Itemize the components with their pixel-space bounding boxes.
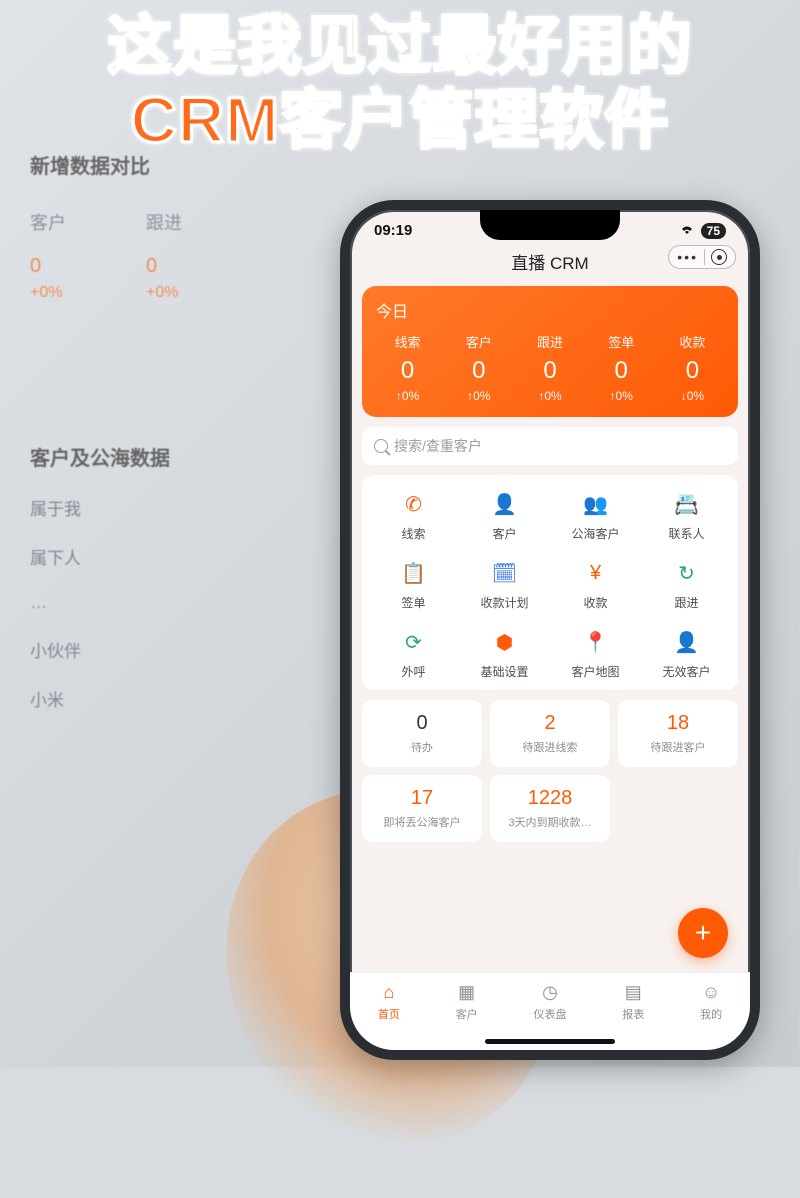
grid-payment-plan[interactable]: 🗓收款计划 xyxy=(459,558,550,611)
grid-invalid[interactable]: 👤无效客户 xyxy=(641,627,732,680)
stat-tile[interactable]: 2待跟进线索 xyxy=(490,700,610,767)
grid-map-icon: 📍 xyxy=(581,627,611,657)
grid-followup[interactable]: ↻跟进 xyxy=(641,558,732,611)
stat-tile[interactable]: 17即将丢公海客户 xyxy=(362,775,482,842)
grid-leads-icon: ✆ xyxy=(399,489,429,519)
tab-home-icon: ⌂ xyxy=(378,981,400,1003)
search-placeholder: 搜索/查重客户 xyxy=(394,436,482,456)
tab-customers[interactable]: ▦客户 xyxy=(456,981,478,1022)
dashboard-col-跟进[interactable]: 跟进0↑0% xyxy=(514,332,585,403)
dashboard-col-客户[interactable]: 客户0↑0% xyxy=(443,332,514,403)
more-icon[interactable]: ••• xyxy=(677,249,705,265)
dashboard-title: 今日 xyxy=(372,298,728,322)
miniprogram-controls[interactable]: ••• xyxy=(668,245,736,269)
grid-contacts[interactable]: 📇联系人 xyxy=(641,489,732,542)
phone-notch xyxy=(480,210,620,240)
app-title: 直播 CRM xyxy=(511,249,588,274)
dashboard-col-收款[interactable]: 收款0↓0% xyxy=(657,332,728,403)
close-miniprogram-icon[interactable] xyxy=(711,249,727,265)
grid-outbound[interactable]: ⟳外呼 xyxy=(368,627,459,680)
stat-tile[interactable]: 12283天内到期收款… xyxy=(490,775,610,842)
tab-reports-icon: ▤ xyxy=(622,981,644,1003)
grid-sign-icon: 📋 xyxy=(399,558,429,588)
wifi-icon xyxy=(679,222,695,239)
search-input[interactable]: 搜索/查重客户 xyxy=(362,427,738,465)
stat-tile[interactable]: 18待跟进客户 xyxy=(618,700,738,767)
grid-outbound-icon: ⟳ xyxy=(399,627,429,657)
grid-map[interactable]: 📍客户地图 xyxy=(550,627,641,680)
search-icon xyxy=(374,439,388,453)
bottom-tab-bar: ⌂首页 ▦客户 ◷仪表盘 ▤报表 ☺我的 xyxy=(350,972,750,1050)
grid-customers-icon: 👤 xyxy=(490,489,520,519)
grid-followup-icon: ↻ xyxy=(672,558,702,588)
grid-payment-plan-icon: 🗓 xyxy=(490,558,520,588)
phone-frame: 09:19 75 直播 CRM ••• 今日 线索0↑0%客户0↑0%跟进0↑0… xyxy=(340,200,760,1060)
today-dashboard-card: 今日 线索0↑0%客户0↑0%跟进0↑0%签单0↑0%收款0↓0% xyxy=(362,286,738,417)
tab-dashboard-icon: ◷ xyxy=(539,981,561,1003)
tab-mine-icon: ☺ xyxy=(700,981,722,1003)
grid-invalid-icon: 👤 xyxy=(672,627,702,657)
grid-customers[interactable]: 👤客户 xyxy=(459,489,550,542)
dashboard-col-签单[interactable]: 签单0↑0% xyxy=(586,332,657,403)
status-time: 09:19 xyxy=(374,222,412,239)
tab-mine[interactable]: ☺我的 xyxy=(700,981,722,1022)
grid-settings[interactable]: ⬢基础设置 xyxy=(459,627,550,680)
plus-icon: + xyxy=(695,917,711,949)
overlay-headline: 这是我见过最好用的CRM客户管理软件 xyxy=(0,10,800,157)
grid-public-customers[interactable]: 👥公海客户 xyxy=(550,489,641,542)
grid-leads[interactable]: ✆线索 xyxy=(368,489,459,542)
stat-tiles: 0待办2待跟进线索18待跟进客户 17即将丢公海客户12283天内到期收款… xyxy=(362,700,738,842)
quick-actions-grid: ✆线索👤客户👥公海客户📇联系人 📋签单🗓收款计划¥收款↻跟进 ⟳外呼⬢基础设置📍客户… xyxy=(362,475,738,690)
add-button[interactable]: + xyxy=(678,908,728,958)
tab-reports[interactable]: ▤报表 xyxy=(622,981,644,1022)
grid-payment[interactable]: ¥收款 xyxy=(550,558,641,611)
grid-sign[interactable]: 📋签单 xyxy=(368,558,459,611)
tab-dashboard[interactable]: ◷仪表盘 xyxy=(533,981,566,1022)
tab-home[interactable]: ⌂首页 xyxy=(378,981,400,1022)
grid-public-customers-icon: 👥 xyxy=(581,489,611,519)
home-indicator xyxy=(485,1039,615,1044)
grid-settings-icon: ⬢ xyxy=(490,627,520,657)
grid-contacts-icon: 📇 xyxy=(672,489,702,519)
tab-customers-icon: ▦ xyxy=(456,981,478,1003)
dashboard-col-线索[interactable]: 线索0↑0% xyxy=(372,332,443,403)
stat-tile[interactable]: 0待办 xyxy=(362,700,482,767)
app-header: 直播 CRM ••• xyxy=(350,243,750,280)
grid-payment-icon: ¥ xyxy=(581,558,611,588)
battery-level: 75 xyxy=(701,223,726,239)
